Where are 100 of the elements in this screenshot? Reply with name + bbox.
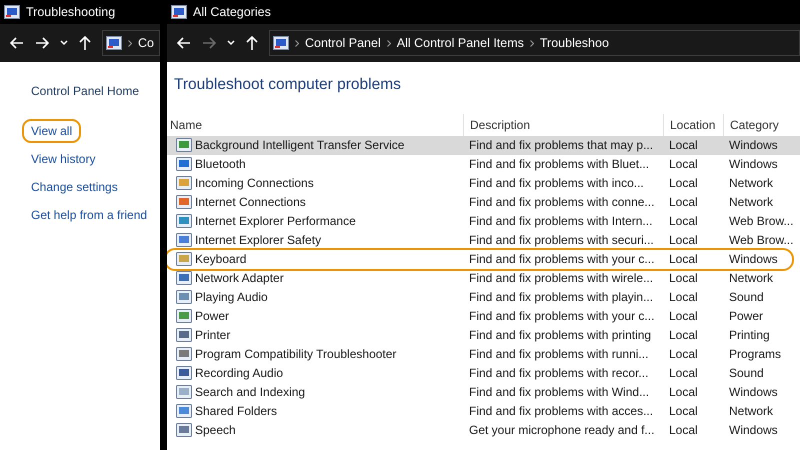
table-cell-text: Windows [728, 422, 779, 439]
item-name: Recording Audio [195, 365, 284, 382]
item-icon [176, 195, 192, 210]
item-icon [176, 214, 192, 229]
item-name: Internet Explorer Performance [195, 213, 356, 230]
table-cell-text: Get your microphone ready and f... [468, 422, 656, 439]
item-name: Keyboard [195, 251, 246, 268]
table-cell-text: Programs [728, 346, 782, 363]
table-cell-text: Windows [728, 156, 779, 173]
item-name: Bluetooth [195, 156, 246, 173]
sidebar-link[interactable]: Change settings [22, 175, 127, 199]
table-cell-text: Find and fix problems with runni... [468, 346, 650, 363]
window-title: Troubleshooting [26, 5, 116, 19]
item-name: Shared Folders [195, 403, 278, 420]
back-arrow-icon[interactable] [10, 37, 24, 49]
chevron-icon [128, 40, 132, 46]
table-row[interactable]: Shared Folders Find and fix problems with acces... Local Network [167, 402, 800, 421]
table-cell-text: Local [668, 346, 699, 363]
column-header[interactable]: Name [167, 114, 463, 136]
table-cell-text: Find and fix problems with Wind... [468, 384, 650, 401]
chevron-icon [530, 40, 534, 46]
page-heading: Troubleshoot computer problems [174, 76, 402, 95]
item-icon [176, 290, 192, 305]
table-cell-text: Find and fix problems with conne... [468, 194, 656, 211]
table-cell-text: Local [668, 156, 699, 173]
chevron-icon [295, 40, 299, 46]
table-cell-text: Find and fix problems with printing [468, 327, 652, 344]
up-arrow-icon[interactable] [246, 36, 258, 50]
sidebar-link[interactable]: Control Panel Home [22, 79, 148, 103]
table-cell-text: Find and fix problems with wirele... [468, 270, 654, 287]
dropdown-caret-icon[interactable] [227, 40, 235, 46]
table-row[interactable]: Bluetooth Find and fix problems with Bluet... Local Windows [167, 155, 800, 174]
table-cell-text: Windows [728, 251, 779, 268]
sidebar-link[interactable]: View all [22, 119, 82, 143]
table-cell-text: Local [668, 232, 699, 249]
breadcrumb-item[interactable]: Troubleshoo [540, 36, 609, 50]
table-row[interactable]: Speech Get your microphone ready and f... Local Windows [167, 421, 800, 440]
table-row[interactable]: Search and Indexing Find and fix problems with Wind... Local Windows [167, 383, 800, 402]
table-cell-text: Find and fix problems with recor... [468, 365, 650, 382]
table-cell-text: Find and fix problems with playin... [468, 289, 654, 306]
item-icon [176, 233, 192, 248]
item-icon [176, 252, 192, 267]
table-row[interactable]: Internet Explorer Safety Find and fix problems with securi... Local Web Brow... [167, 231, 800, 250]
chevron-icon [386, 40, 391, 46]
table-row[interactable]: Network Adapter Find and fix problems with wirele... Local Network [167, 269, 800, 288]
sidebar-link[interactable]: Get help from a friend [22, 203, 156, 227]
item-icon [176, 271, 192, 286]
item-icon [176, 157, 192, 172]
sidebar-link[interactable]: View history [22, 147, 104, 171]
table-row[interactable]: Background Intelligent Transfer Service Find and fix problems that may p... Local Windows [167, 136, 800, 155]
table-cell-text: Network [728, 403, 774, 420]
table-row[interactable]: Playing Audio Find and fix problems with playin... Local Sound [167, 288, 800, 307]
up-arrow-icon[interactable] [79, 36, 91, 50]
table-row[interactable]: Internet Connections Find and fix problems with conne... Local Network [167, 193, 800, 212]
table-cell-text: Local [668, 327, 699, 344]
table-cell-text: Network [728, 270, 774, 287]
table-cell-text: Local [668, 251, 699, 268]
table-cell-text: Find and fix problems with Bluet... [468, 156, 650, 173]
back-arrow-icon[interactable] [177, 37, 191, 49]
address-bar[interactable]: Co [102, 30, 160, 56]
dropdown-caret-icon[interactable] [60, 40, 68, 46]
item-icon [176, 328, 192, 343]
table-row[interactable]: Program Compatibility Troubleshooter Find and fix problems with runni... Local Programs [167, 345, 800, 364]
breadcrumb-item[interactable]: Co [138, 36, 154, 50]
breadcrumb-item[interactable]: Control Panel [305, 36, 381, 50]
table-row[interactable]: Recording Audio Find and fix problems with recor... Local Sound [167, 364, 800, 383]
item-icon [176, 385, 192, 400]
table-cell-text: Local [668, 289, 699, 306]
item-name: Internet Explorer Safety [195, 232, 322, 249]
table-cell-text: Local [668, 403, 699, 420]
item-name: Search and Indexing [195, 384, 306, 401]
table-cell-text: Local [668, 384, 699, 401]
table-row[interactable]: Printer Find and fix problems with printing Local Printing [167, 326, 800, 345]
table-cell-text: Local [668, 270, 699, 287]
table-cell-text: Network [728, 194, 774, 211]
table-cell-text: Local [668, 175, 699, 192]
table-cell-text: Local [668, 137, 699, 154]
item-name: Playing Audio [195, 289, 268, 306]
table-row[interactable]: Incoming Connections Find and fix problems with inco... Local Network [167, 174, 800, 193]
table-cell-text: Web Brow... [728, 232, 794, 249]
table-cell-text: Web Brow... [728, 213, 794, 230]
table-cell-text: Local [668, 422, 699, 439]
table-cell-text: Find and fix problems with Intern... [468, 213, 654, 230]
table-cell-text: Find and fix problems with acces... [468, 403, 654, 420]
table-cell-text: Sound [728, 365, 765, 382]
table-cell-text: Printing [728, 327, 771, 344]
breadcrumb-item[interactable]: All Control Panel Items [396, 36, 524, 50]
table-row[interactable]: Internet Explorer Performance Find and fix problems with Intern... Local Web Brow... [167, 212, 800, 231]
table-cell-text: Windows [728, 384, 779, 401]
table-cell-text: Sound [728, 289, 765, 306]
table-cell-text: Local [668, 213, 699, 230]
item-icon [176, 309, 192, 324]
item-icon [176, 423, 192, 438]
table-cell-text: Power [728, 308, 764, 325]
table-row[interactable]: Keyboard Find and fix problems with your c... Local Windows [167, 250, 800, 269]
address-bar[interactable]: Control Panel All Control Panel Items Troubleshoo [269, 30, 800, 56]
item-name: Internet Connections [195, 194, 306, 211]
item-icon [176, 176, 192, 191]
item-name: Program Compatibility Troubleshooter [195, 346, 396, 363]
table-row[interactable]: Power Find and fix problems with your c... Local Power [167, 307, 800, 326]
